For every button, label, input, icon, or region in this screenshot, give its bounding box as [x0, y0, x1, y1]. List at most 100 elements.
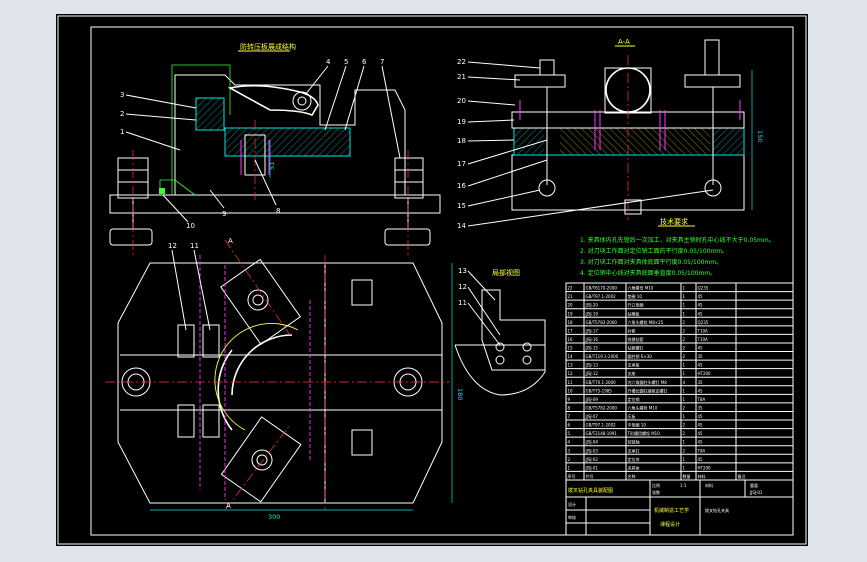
bom-cell: JJSJ-12 — [585, 371, 599, 376]
tech-req-2: 2. 对刀块工作面对定位销工面的平行度0.05/100mm。 — [580, 247, 728, 255]
callout-20: 20 — [457, 97, 466, 105]
section-title-left: 防转压板展成结构 — [240, 42, 296, 51]
course-subtitle: 课程设计 — [660, 521, 680, 528]
bom-cell: 45 — [698, 346, 704, 351]
section-marker-a-bottom: A — [226, 502, 231, 510]
callout-16: 16 — [457, 182, 466, 190]
drawing-number: JJSJ-01 — [749, 490, 763, 495]
bom-cell: T10A — [697, 337, 709, 342]
callout-19: 19 — [457, 118, 466, 126]
callout-17: 17 — [457, 160, 466, 168]
bom-cell: 圆柱销 6×30 — [628, 353, 653, 359]
bom-cell: T10A — [697, 328, 709, 333]
bom-cell: Q235 — [698, 286, 709, 291]
bom-cell: 18 — [568, 320, 574, 325]
bom-header-cell: 序号 — [568, 473, 576, 479]
bom-header-cell: 备注 — [738, 473, 746, 479]
bom-cell: JJSJ-16 — [585, 337, 599, 342]
scale-label: 比例 — [652, 482, 660, 488]
bom-cell: 内六角圆柱头螺钉 M8 — [628, 379, 668, 385]
callout-1: 1 — [120, 128, 124, 136]
bom-cell: 13 — [568, 363, 574, 368]
bom-cell: 10 — [568, 388, 574, 393]
tech-req-title: 技术要求 — [660, 217, 688, 226]
callout-5: 5 — [344, 58, 348, 66]
bom-cell: 平垫圈 10 — [628, 422, 647, 428]
bom-cell: 17 — [568, 328, 574, 333]
bom-cell: 45 — [698, 457, 704, 462]
callout-21: 21 — [457, 73, 466, 81]
bom-cell: 定位块 — [628, 456, 640, 462]
company-name: 机械制造工艺学 — [654, 507, 689, 514]
bom-cell: 35 — [698, 405, 704, 410]
bom-cell: 45 — [698, 363, 704, 368]
drawn-label: 设计 — [568, 501, 576, 507]
bom-cell: JJSJ-01 — [585, 465, 599, 470]
section-marker-a-top: A — [228, 237, 233, 245]
bom-cell: 45 — [698, 431, 704, 436]
cad-drawing-canvas: 防转压板展成结构 51 3 2 1 4 5 6 7 8 9 10 300 180… — [56, 14, 808, 546]
bom-cell: T8A — [697, 397, 706, 402]
bom-cell: 六角头螺栓 M10 — [628, 404, 658, 410]
scale-value: 1:1 — [680, 483, 687, 488]
bom-cell: 快换钻套 — [628, 336, 644, 342]
bom-cell: 45 — [698, 388, 704, 393]
drawing-sheet — [56, 14, 808, 546]
bom-cell: 15 — [568, 346, 574, 351]
bom-cell: 35 — [698, 354, 704, 359]
callout-15: 15 — [457, 202, 466, 210]
bom-cell: 45 — [698, 440, 704, 445]
callout-11: 11 — [190, 242, 199, 250]
bom-cell: Q235 — [698, 320, 709, 325]
bom-cell: 45 — [698, 303, 704, 308]
callout-10: 10 — [186, 222, 195, 230]
callout-14: 14 — [457, 222, 466, 230]
bom-cell: GB/T2148-1991 — [586, 431, 618, 436]
section-title-right: A-A — [618, 38, 630, 46]
dim-small-vertical: 51 — [268, 162, 276, 170]
bom-cell: 垫圈 10 — [628, 293, 643, 299]
bom-cell: 14 — [568, 354, 574, 359]
bom-cell: GB/T97.1-2002 — [586, 423, 617, 428]
callout-11-detail: 11 — [458, 299, 467, 307]
callout-6: 6 — [362, 58, 367, 66]
bom-cell: JJSJ-20 — [585, 303, 599, 308]
bom-cell: JJSJ-04 — [585, 440, 599, 445]
dim-height: 180 — [456, 388, 464, 400]
bom-cell: HT200 — [698, 465, 712, 470]
bom-cell: JJSJ-02 — [585, 457, 599, 462]
bom-cell: GB/T5783-2000 — [586, 320, 618, 325]
callout-4: 4 — [326, 58, 331, 66]
title-drawing-name: 拨叉钻孔夹具装配图 — [568, 487, 613, 494]
bom-cell: 钻套螺钉 — [628, 345, 644, 351]
callout-3: 3 — [120, 91, 124, 99]
bom-cell: HT200 — [698, 371, 712, 376]
bom-cell: 铰链轴 — [628, 439, 640, 445]
bom-cell: 开口垫圈 — [628, 302, 644, 308]
bom-header-cell: 材料 — [698, 473, 706, 479]
tech-req-3: 3. 对刀块工作面对夹具体底面平行度0.05/100mm。 — [580, 258, 722, 266]
bom-cell: 支座 — [628, 370, 636, 376]
bom-cell: 19 — [568, 311, 574, 316]
bom-header-cell: 数量 — [683, 473, 691, 479]
bom-cell: 11 — [568, 380, 574, 385]
bom-cell: JJSJ-15 — [585, 346, 599, 351]
bom-cell: GB/T75-1985 — [586, 388, 613, 393]
bom-cell: 35 — [698, 380, 704, 385]
bom-cell: 六角头螺栓 M8×25 — [628, 319, 664, 325]
bom-cell: 钻模板 — [628, 310, 640, 316]
bom-cell: T8A — [697, 448, 706, 453]
checked-label: 审核 — [568, 514, 576, 520]
sheet-label: 张数 — [652, 489, 660, 495]
bom-cell: GB/T5782-2000 — [586, 405, 618, 410]
bom-cell: GB/T97.1-2002 — [586, 294, 617, 299]
bom-header-cell: 代号 — [586, 473, 594, 479]
bom-cell: GB/T70.1-2000 — [586, 380, 617, 385]
bom-cell: 45 — [698, 311, 704, 316]
bom-cell: 夹具体 — [628, 464, 640, 470]
tech-req-1: 1. 夹具体内孔先镗后一次加工，对夹具主销时孔中心线不大于0.05mm。 — [580, 236, 775, 244]
bom-cell: 压板 — [628, 413, 636, 419]
bom-cell: 开槽长圆柱端紧定螺钉 — [628, 387, 668, 393]
bom-cell: 45 — [698, 414, 704, 419]
bom-cell: 衬套 — [628, 327, 636, 333]
